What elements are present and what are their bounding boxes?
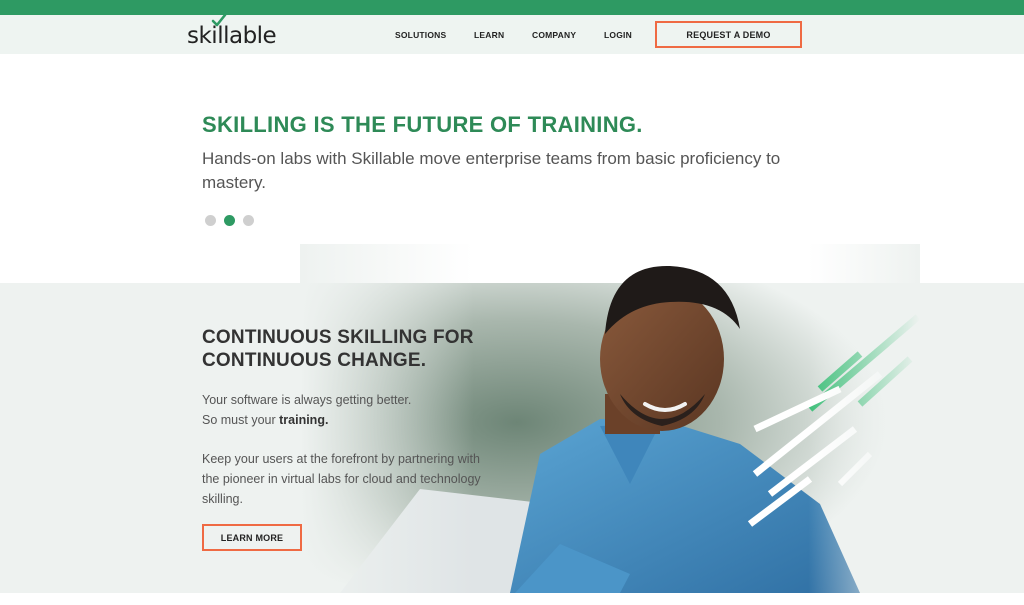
- header-nav: [0, 15, 1024, 54]
- skillable-logo[interactable]: skillable: [187, 13, 277, 49]
- logo-text: skillable: [187, 23, 277, 49]
- top-accent-bar: [0, 0, 1024, 15]
- section-intro: Your software is always getting better. …: [202, 390, 411, 430]
- nav-solutions[interactable]: SOLUTIONS: [395, 30, 446, 40]
- checkmark-icon: [211, 13, 227, 27]
- section-line2-prefix: So must your: [202, 413, 280, 427]
- hero-title: SKILLING IS THE FUTURE OF TRAINING.: [202, 112, 643, 137]
- nav-login[interactable]: LOGIN: [604, 30, 632, 40]
- section-title-line2: CONTINUOUS CHANGE.: [202, 350, 427, 371]
- carousel-dot-3[interactable]: [243, 215, 254, 226]
- learn-more-button[interactable]: LEARN MORE: [202, 524, 302, 551]
- carousel-dot-2[interactable]: [224, 215, 235, 226]
- section-title: CONTINUOUS SKILLING FOR CONTINUOUS CHANG…: [202, 326, 474, 372]
- section-line2-bold: training.: [279, 413, 329, 427]
- carousel-dot-1[interactable]: [205, 215, 216, 226]
- nav-learn[interactable]: LEARN: [474, 30, 504, 40]
- nav-company[interactable]: COMPANY: [532, 30, 576, 40]
- section-line1: Your software is always getting better.: [202, 393, 412, 407]
- section-title-line1: CONTINUOUS SKILLING FOR: [202, 327, 474, 348]
- carousel-indicators: [205, 215, 254, 226]
- request-demo-button[interactable]: REQUEST A DEMO: [655, 21, 802, 48]
- page-bottom-strip: [0, 593, 1024, 605]
- section-paragraph: Keep your users at the forefront by part…: [202, 452, 481, 506]
- hero-subtitle: Hands-on labs with Skillable move enterp…: [202, 149, 781, 192]
